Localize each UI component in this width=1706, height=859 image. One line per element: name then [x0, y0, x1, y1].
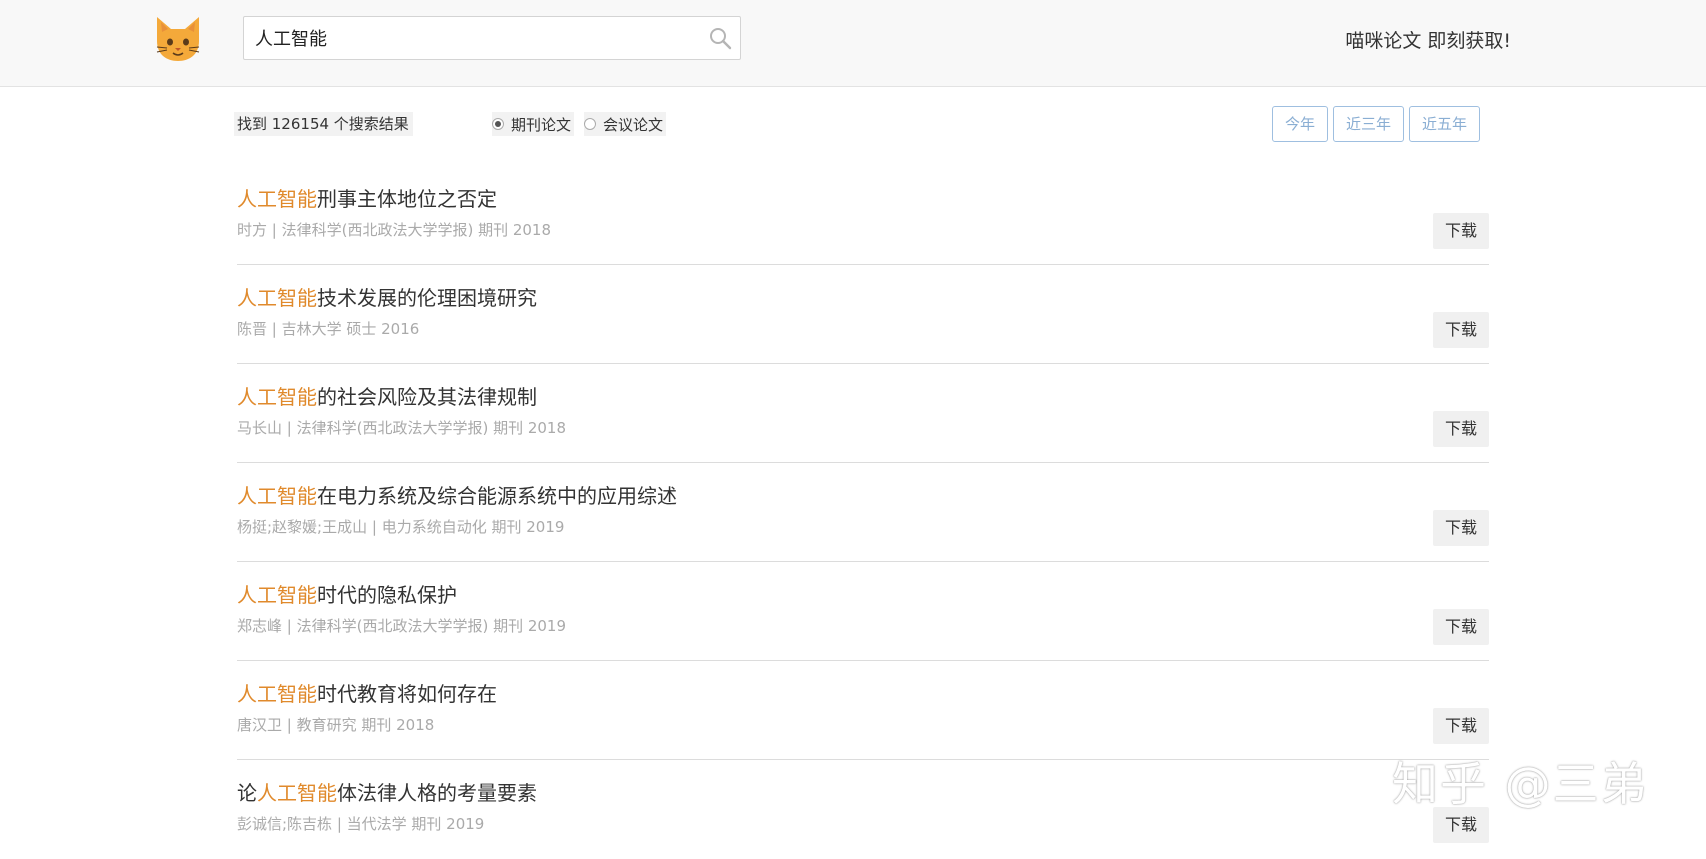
site-slogan: 喵咪论文 即刻获取!	[1345, 30, 1511, 52]
download-button[interactable]: 下载	[1433, 609, 1489, 645]
radio-conference-label: 会议论文	[603, 115, 664, 134]
search-box	[243, 16, 741, 60]
download-button[interactable]: 下载	[1433, 708, 1489, 744]
radio-journal-label: 期刊论文	[511, 115, 572, 134]
result-item: 人工智能刑事主体地位之否定 时方 | 法律科学(西北政法大学学报) 期刊 201…	[237, 166, 1489, 265]
download-button[interactable]: 下载	[1433, 312, 1489, 348]
paper-type-radio-group: 期刊论文 会议论文	[492, 112, 676, 136]
result-title[interactable]: 人工智能时代的隐私保护	[237, 579, 457, 608]
cat-logo-icon[interactable]	[153, 15, 203, 63]
year-filter-buttons: 今年 近三年 近五年	[1272, 106, 1485, 142]
result-meta: 彭诚信;陈吉栋 | 当代法学 期刊 2019	[237, 815, 485, 833]
title-highlight: 人工智能	[237, 682, 317, 706]
title-suffix: 技术发展的伦理困境研究	[317, 286, 537, 310]
result-title[interactable]: 人工智能技术发展的伦理困境研究	[237, 282, 537, 311]
last-five-years-button[interactable]: 近五年	[1409, 106, 1481, 142]
result-title[interactable]: 论人工智能体法律人格的考量要素	[237, 777, 537, 806]
result-meta: 时方 | 法律科学(西北政法大学学报) 期刊 2018	[237, 221, 552, 239]
this-year-button[interactable]: 今年	[1272, 106, 1329, 142]
result-title[interactable]: 人工智能在电力系统及综合能源系统中的应用综述	[237, 480, 677, 509]
download-button[interactable]: 下载	[1433, 510, 1489, 546]
result-item: 论人工智能体法律人格的考量要素 彭诚信;陈吉栋 | 当代法学 期刊 2019 下…	[237, 760, 1489, 859]
title-highlight: 人工智能	[237, 286, 317, 310]
title-suffix: 的社会风险及其法律规制	[317, 385, 537, 409]
title-suffix: 在电力系统及综合能源系统中的应用综述	[317, 484, 677, 508]
radio-unchecked-icon[interactable]	[584, 118, 597, 130]
title-prefix: 论	[237, 781, 257, 805]
result-count: 找到 126154 个搜索结果	[234, 112, 413, 136]
result-item: 人工智能技术发展的伦理困境研究 陈晋 | 吉林大学 硕士 2016 下载	[237, 265, 1489, 364]
result-meta: 唐汉卫 | 教育研究 期刊 2018	[237, 716, 435, 734]
result-item: 人工智能时代的隐私保护 郑志峰 | 法律科学(西北政法大学学报) 期刊 2019…	[237, 562, 1489, 661]
radio-conference[interactable]: 会议论文	[584, 112, 667, 136]
title-highlight: 人工智能	[257, 781, 337, 805]
result-title[interactable]: 人工智能刑事主体地位之否定	[237, 183, 497, 212]
result-meta: 马长山 | 法律科学(西北政法大学学报) 期刊 2018	[237, 419, 567, 437]
result-meta: 郑志峰 | 法律科学(西北政法大学学报) 期刊 2019	[237, 617, 567, 635]
title-suffix: 体法律人格的考量要素	[337, 781, 537, 805]
header: 喵咪论文 即刻获取!	[0, 0, 1706, 87]
title-suffix: 时代的隐私保护	[317, 583, 457, 607]
title-suffix: 刑事主体地位之否定	[317, 187, 497, 211]
title-highlight: 人工智能	[237, 385, 317, 409]
search-input[interactable]	[244, 17, 694, 59]
result-meta: 陈晋 | 吉林大学 硕士 2016	[237, 320, 420, 338]
download-button[interactable]: 下载	[1433, 411, 1489, 447]
last-three-years-button[interactable]: 近三年	[1333, 106, 1405, 142]
title-highlight: 人工智能	[237, 187, 317, 211]
title-highlight: 人工智能	[237, 583, 317, 607]
result-item: 人工智能的社会风险及其法律规制 马长山 | 法律科学(西北政法大学学报) 期刊 …	[237, 364, 1489, 463]
radio-journal[interactable]: 期刊论文	[492, 112, 575, 136]
result-item: 人工智能在电力系统及综合能源系统中的应用综述 杨挺;赵黎媛;王成山 | 电力系统…	[237, 463, 1489, 562]
result-meta: 杨挺;赵黎媛;王成山 | 电力系统自动化 期刊 2019	[237, 518, 565, 536]
result-title[interactable]: 人工智能的社会风险及其法律规制	[237, 381, 537, 410]
result-item: 人工智能时代教育将如何存在 唐汉卫 | 教育研究 期刊 2018 下载	[237, 661, 1489, 760]
title-highlight: 人工智能	[237, 484, 317, 508]
title-suffix: 时代教育将如何存在	[317, 682, 497, 706]
result-title[interactable]: 人工智能时代教育将如何存在	[237, 678, 497, 707]
search-icon[interactable]	[708, 26, 732, 50]
results-list: 人工智能刑事主体地位之否定 时方 | 法律科学(西北政法大学学报) 期刊 201…	[237, 166, 1489, 859]
watermark: 知乎 @三弟	[1392, 757, 1649, 811]
download-button[interactable]: 下载	[1433, 213, 1489, 249]
radio-checked-icon[interactable]	[492, 118, 504, 130]
